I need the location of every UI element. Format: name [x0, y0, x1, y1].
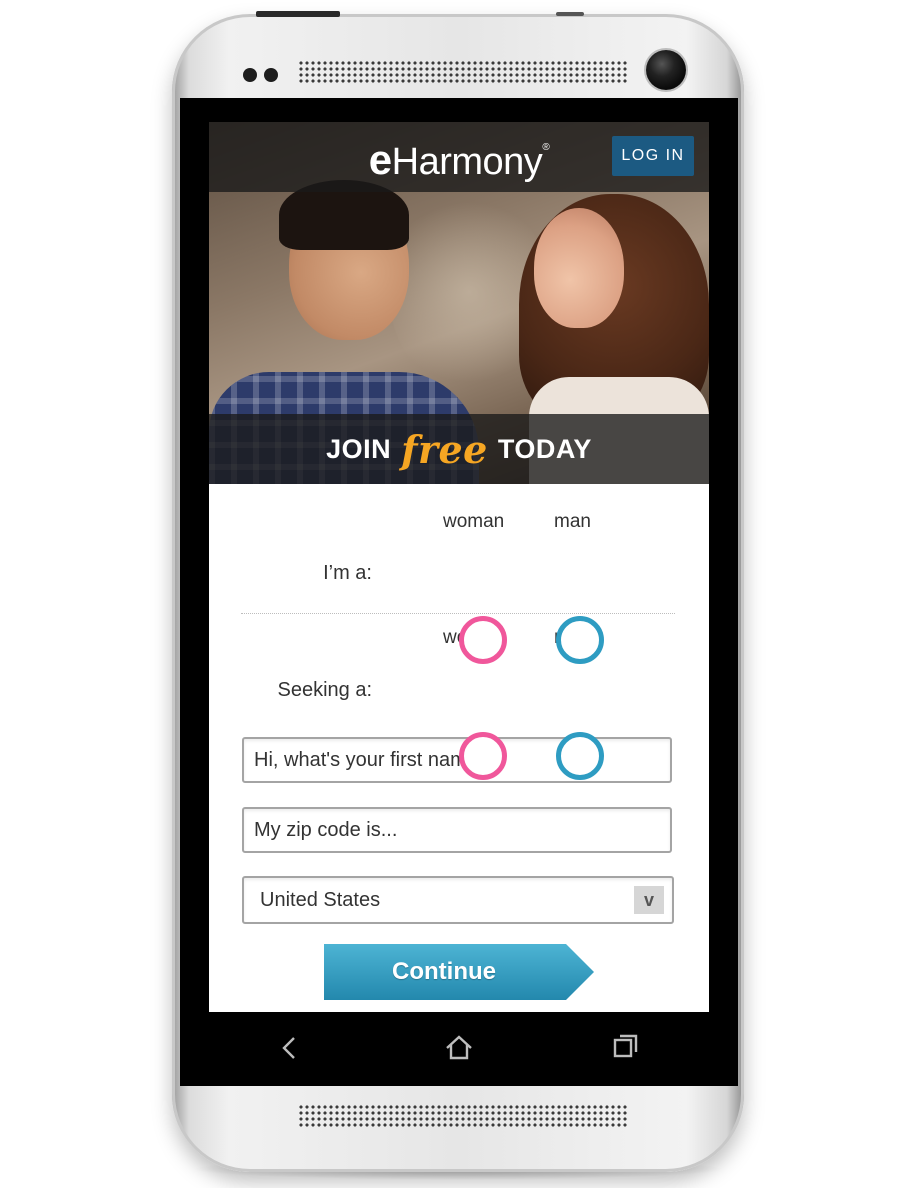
seeking-a-label: Seeking a: [277, 679, 372, 701]
light-sensor-icon [264, 68, 278, 82]
seeking-man-radio[interactable] [556, 732, 604, 780]
form-divider [241, 613, 675, 614]
logo-text: Harmony [391, 141, 543, 183]
eharmony-logo[interactable]: eHarmony® [359, 136, 559, 184]
top-speaker-grill [298, 60, 628, 84]
zip-code-field[interactable] [242, 807, 672, 853]
first-name-field[interactable] [242, 737, 672, 783]
country-select-value: United States [260, 889, 381, 911]
home-icon[interactable] [444, 1034, 474, 1062]
top-sensor [556, 12, 584, 16]
join-text: JOIN [326, 433, 392, 464]
hero-photo: eHarmony® LOG IN JOIN free TODAY [209, 122, 709, 484]
join-free-banner: JOIN free TODAY [209, 414, 709, 484]
photo-woman-face [534, 208, 624, 328]
im-a-man-radio[interactable] [556, 616, 604, 664]
continue-button[interactable]: Continue [324, 944, 594, 1000]
im-a-label: I’m a: [323, 562, 372, 584]
country-select[interactable]: United States v [242, 876, 674, 924]
logo-registered-mark: ® [542, 142, 550, 153]
seeking-woman-radio[interactable] [459, 732, 507, 780]
app-viewport: eHarmony® LOG IN JOIN free TODAY woman m… [209, 122, 709, 1012]
im-a-woman-label: woman [443, 511, 505, 532]
bottom-speaker-grill [298, 1104, 628, 1128]
continue-label: Continue [392, 958, 496, 985]
login-button[interactable]: LOG IN [612, 136, 694, 176]
recent-apps-icon[interactable] [612, 1032, 640, 1060]
im-a-man-label: man [554, 511, 591, 532]
signup-form: woman man I’m a: woman man Seeking a: Un… [209, 484, 709, 1012]
front-camera-icon [646, 50, 686, 90]
im-a-woman-radio[interactable] [459, 616, 507, 664]
header-bar: eHarmony® LOG IN [209, 122, 709, 192]
chevron-down-icon[interactable]: v [634, 886, 664, 914]
back-icon[interactable] [278, 1034, 300, 1062]
stage: eHarmony® LOG IN JOIN free TODAY woman m… [0, 0, 918, 1188]
today-text: TODAY [497, 433, 592, 464]
free-text: free [401, 426, 488, 472]
logo-e: e [368, 136, 392, 183]
power-button [256, 11, 340, 17]
proximity-sensor-icon [243, 68, 257, 82]
